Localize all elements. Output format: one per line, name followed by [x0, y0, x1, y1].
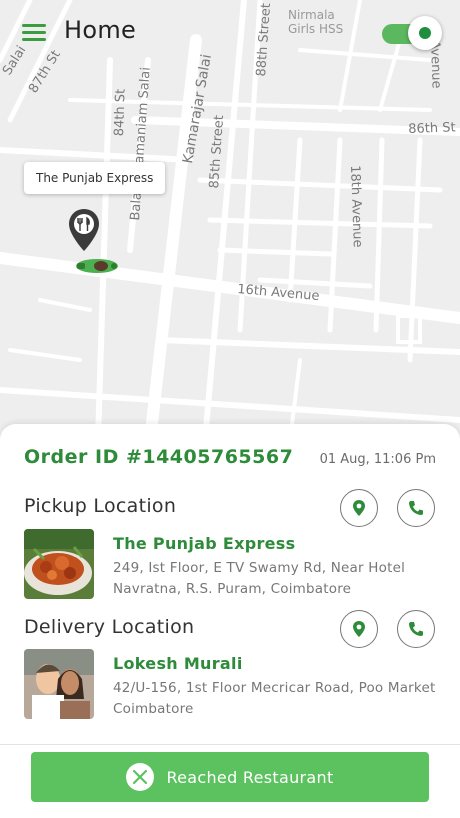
street-label-86th: 86th St	[408, 120, 456, 137]
order-id: Order ID #14405765567	[24, 446, 294, 468]
page-title: Home	[64, 16, 137, 44]
location-pin-icon	[353, 621, 365, 637]
street-label-18th-avenue: 18th Avenue	[347, 165, 365, 248]
street-label-84th: 84th St	[112, 88, 129, 137]
phone-icon	[409, 501, 423, 515]
order-time: 01 Aug, 11:06 Pm	[319, 452, 436, 467]
phone-icon	[409, 622, 423, 636]
online-toggle[interactable]	[382, 16, 442, 50]
restaurant-tooltip: The Punjab Express	[24, 162, 166, 194]
delivery-location-button[interactable]	[340, 610, 378, 648]
location-pin-icon	[353, 500, 365, 516]
pickup-address: 249, Ist Floor, E TV Swamy Rd, Near Hote…	[113, 560, 406, 597]
pickup-location-button[interactable]	[340, 489, 378, 527]
reached-restaurant-button[interactable]: Reached Restaurant	[31, 752, 429, 802]
order-card: Order ID #14405765567 01 Aug, 11:06 Pm P…	[0, 424, 460, 744]
pickup-section-title: Pickup Location	[24, 495, 177, 517]
rider-scooter-icon[interactable]	[74, 254, 120, 276]
restaurant-thumbnail	[24, 529, 94, 599]
customer-name: Lokesh Murali	[113, 654, 243, 673]
delivery-section-title: Delivery Location	[24, 616, 195, 638]
top-bar: Home	[0, 0, 460, 64]
pickup-call-button[interactable]	[397, 489, 435, 527]
reached-restaurant-label: Reached Restaurant	[166, 767, 334, 787]
pickup-restaurant-name: The Punjab Express	[113, 534, 296, 553]
fork-knife-icon	[126, 763, 155, 791]
delivery-address: 42/U-156, 1st Floor Mecricar Road, Poo M…	[113, 680, 436, 717]
bottom-action-bar: Reached Restaurant	[0, 744, 460, 818]
restaurant-pin-icon[interactable]	[67, 208, 101, 252]
delivery-call-button[interactable]	[397, 610, 435, 648]
hamburger-menu-icon[interactable]	[22, 24, 46, 42]
map-view[interactable]: Salai 87th St 84th St Balasubramaniam Sa…	[0, 0, 460, 440]
customer-avatar	[24, 649, 94, 719]
